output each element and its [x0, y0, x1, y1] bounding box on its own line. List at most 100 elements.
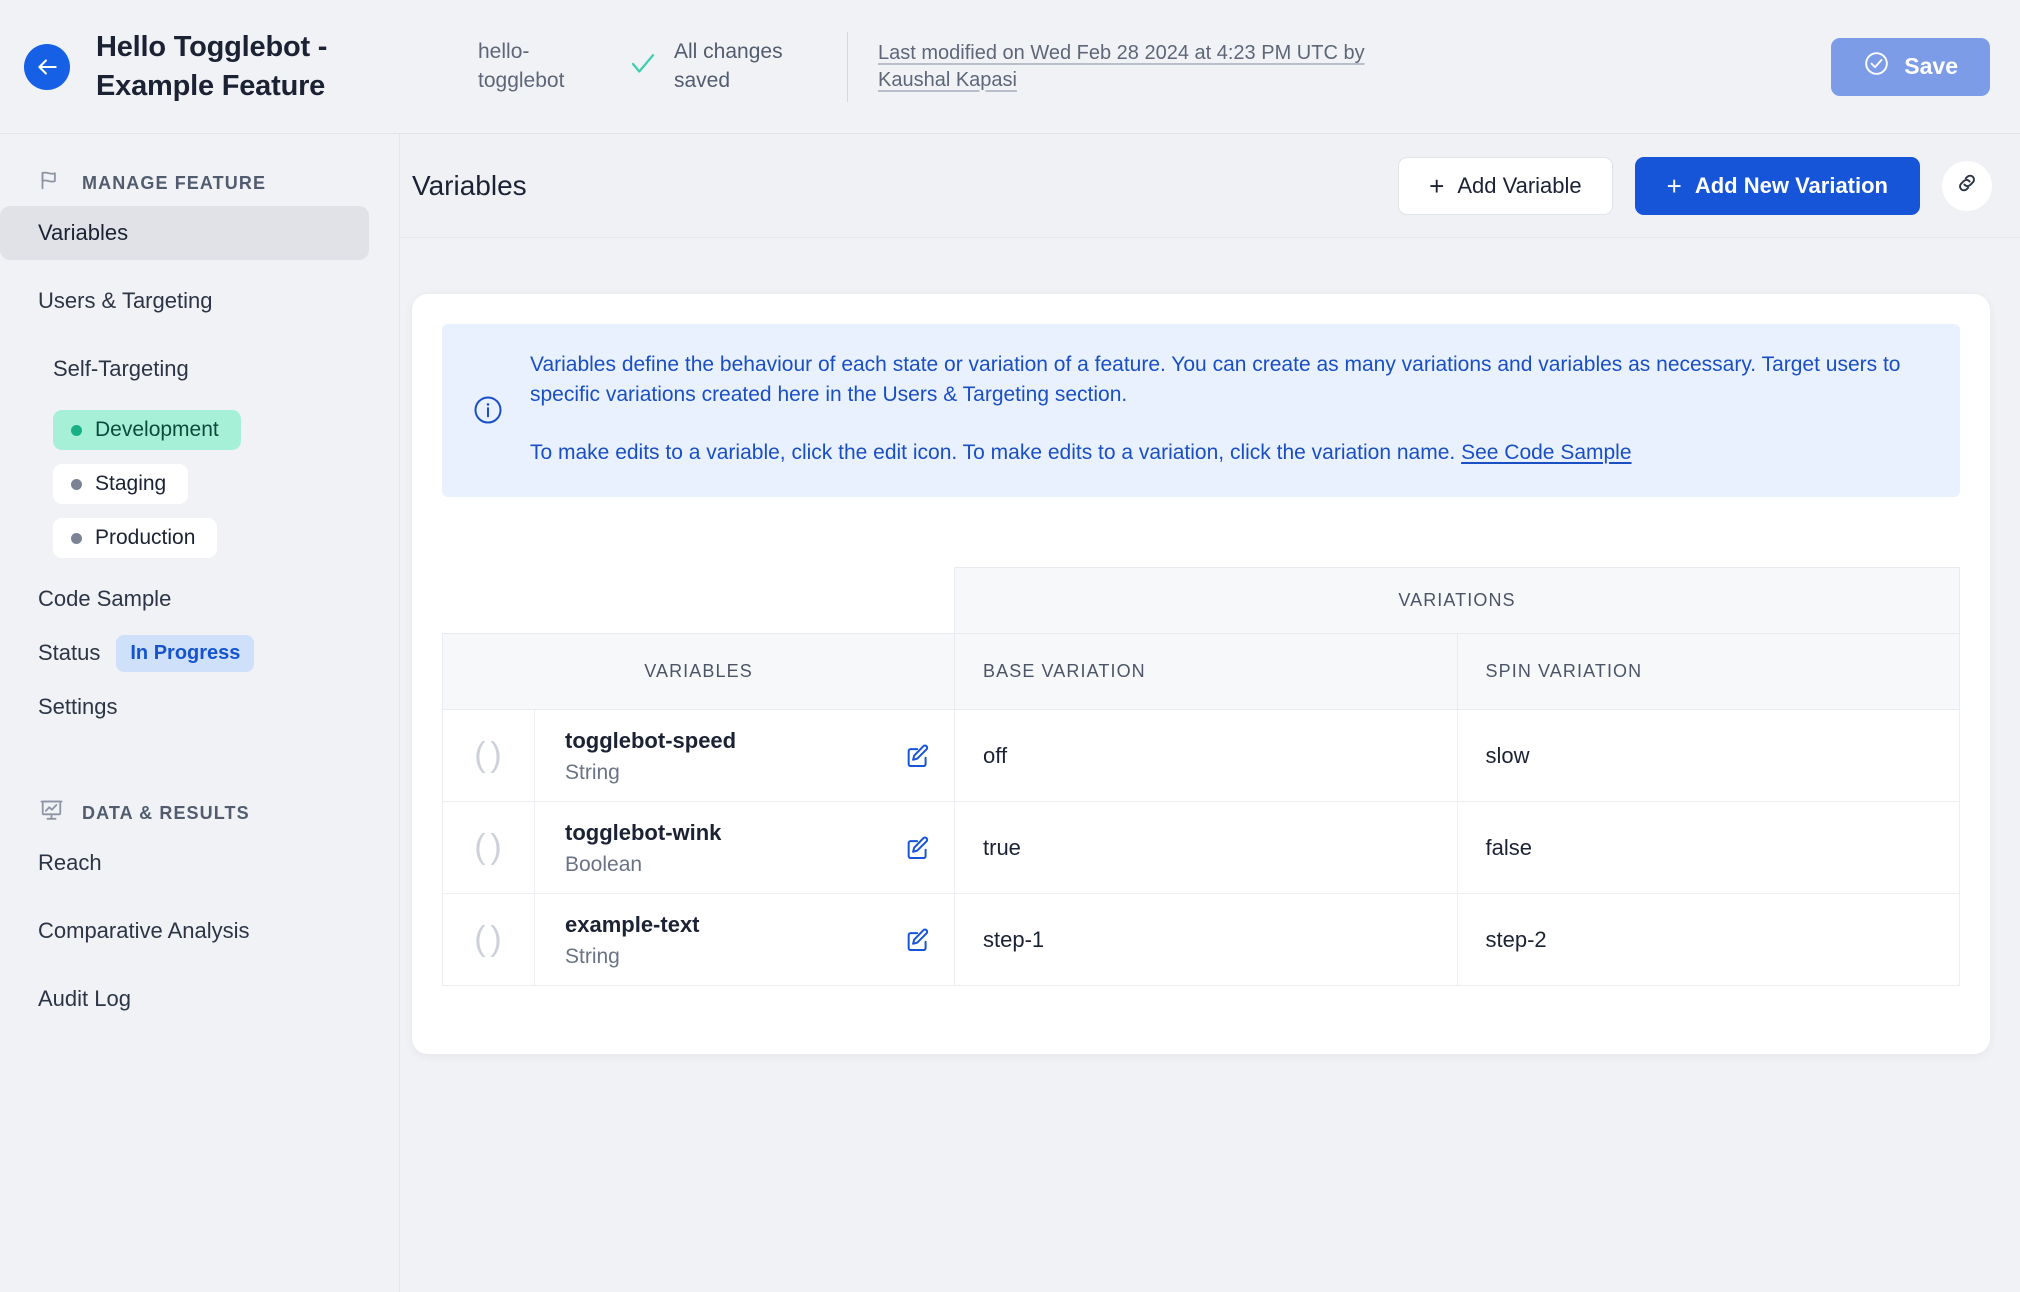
variables-card: Variables define the behaviour of each s… [412, 294, 1990, 1054]
last-modified-link[interactable]: Last modified on Wed Feb 28 2024 at 4:23… [878, 40, 1438, 93]
column-header-spin-variation: SPIN VARIATION [1456, 633, 1960, 711]
table-group-header-row: VARIATIONS [442, 567, 1960, 635]
edit-pencil-icon [904, 836, 932, 865]
check-circle-icon [1863, 50, 1890, 83]
see-code-sample-link[interactable]: See Code Sample [1461, 441, 1631, 464]
add-variable-label: Add Variable [1457, 172, 1582, 198]
feature-key: hello-togglebot [478, 40, 565, 92]
sidebar-item-label: Self-Targeting [53, 356, 189, 381]
chart-presentation-icon [38, 797, 65, 829]
add-new-variation-button[interactable]: + Add New Variation [1634, 156, 1920, 215]
edit-variable-button[interactable] [904, 834, 932, 862]
spin-variation-value[interactable]: step-2 [1456, 893, 1960, 987]
sidebar-item-label: Audit Log [38, 986, 131, 1011]
main-title: Variables [412, 169, 527, 201]
group-blank-cell [534, 567, 955, 634]
sidebar-item-label: Settings [38, 694, 118, 719]
edit-pencil-icon [904, 928, 932, 957]
sidebar-section-data-results: DATA & RESULTS [0, 790, 399, 836]
base-variation-value[interactable]: step-1 [954, 893, 1458, 987]
sidebar-env-staging-wrap: Staging [0, 464, 399, 504]
plus-icon: + [1429, 170, 1445, 201]
sidebar-item-users-targeting[interactable]: Users & Targeting [0, 274, 399, 328]
variable-type: String [565, 945, 620, 969]
table-column-header-row: VARIABLES BASE VARIATION SPIN VARIATION [442, 633, 1960, 711]
sidebar-item-comparative-analysis[interactable]: Comparative Analysis [0, 904, 399, 958]
variable-type-icon-cell: ( ) [442, 801, 535, 895]
sidebar-item-label: Comparative Analysis [38, 918, 250, 943]
sidebar-env-production[interactable]: Production [53, 518, 218, 558]
info-banner-text: Variables define the behaviour of each s… [530, 350, 1930, 467]
sidebar-item-audit-log[interactable]: Audit Log [0, 972, 399, 1026]
info-paragraph-2-text: To make edits to a variable, click the e… [530, 440, 1462, 464]
sidebar-item-self-targeting[interactable]: Self-Targeting [0, 342, 399, 396]
parentheses-icon: ( ) [474, 828, 503, 867]
table-body: ( ) togglebot-speed String off slow () … [442, 709, 1960, 987]
sidebar-item-label: Variables [38, 220, 129, 245]
group-blank-cell [442, 567, 535, 634]
base-variation-value[interactable]: off [954, 709, 1458, 803]
header-divider [847, 31, 848, 102]
edit-pencil-icon [904, 744, 932, 773]
sidebar-env-production-wrap: Production [0, 518, 399, 558]
variable-type: Boolean [565, 853, 643, 877]
status-dot-icon [71, 478, 82, 490]
sidebar-status-row: Status In Progress [0, 626, 399, 680]
add-variable-button[interactable]: + Add Variable [1398, 156, 1613, 215]
sidebar-env-development[interactable]: Development [53, 410, 241, 450]
info-banner: Variables define the behaviour of each s… [442, 324, 1960, 498]
info-paragraph-1: Variables define the behaviour of each s… [530, 353, 1901, 406]
sidebar-section-label: MANAGE FEATURE [82, 172, 267, 193]
status-dot-icon [71, 532, 82, 544]
link-chain-icon [1954, 170, 1980, 201]
sidebar-item-label: Reach [38, 850, 102, 875]
info-circle-icon [472, 394, 504, 467]
back-button[interactable] [24, 43, 70, 90]
page-title: Hello Togglebot - Example Feature [96, 30, 328, 102]
sidebar-env-development-wrap: Development [0, 410, 399, 450]
variable-type: String [565, 761, 620, 785]
sidebar-env-label: Production [95, 526, 196, 549]
main-toolbar: Variables + Add Variable + Add New Varia… [400, 134, 2020, 238]
edit-variable-button[interactable] [904, 926, 932, 954]
parentheses-icon: ( ) [474, 920, 503, 959]
spin-variation-value[interactable]: false [1456, 801, 1960, 895]
status-label: Status [38, 640, 101, 665]
column-header-variables: VARIABLES [442, 633, 955, 711]
sidebar-item-settings[interactable]: Settings [0, 680, 399, 734]
spin-variation-value[interactable]: slow [1456, 709, 1960, 803]
variable-name: togglebot-wink [565, 819, 722, 845]
variable-name: togglebot-speed [565, 727, 737, 753]
sidebar-item-code-sample[interactable]: Code Sample [0, 572, 399, 626]
edit-variable-button[interactable] [904, 742, 932, 770]
table-head: VARIATIONS VARIABLES BASE VARIATION SPIN… [442, 567, 1960, 711]
table-group-header-variations: VARIATIONS [954, 567, 1960, 635]
plus-icon: + [1666, 170, 1682, 201]
arrow-left-icon [34, 54, 60, 80]
status-dot-icon [71, 424, 82, 436]
variable-name-cell: example-text String [534, 893, 955, 987]
table-row: ( ) togglebot-wink Boolean true false [442, 801, 1960, 895]
sidebar-item-variables[interactable]: Variables [0, 206, 369, 260]
variable-name-cell: togglebot-wink Boolean [534, 801, 955, 895]
main-content: Variables + Add Variable + Add New Varia… [400, 134, 2020, 1292]
add-new-variation-label: Add New Variation [1694, 172, 1888, 198]
copy-link-button[interactable] [1942, 160, 1992, 211]
sidebar-item-reach[interactable]: Reach [0, 836, 399, 890]
sidebar-section-manage-feature: MANAGE FEATURE [0, 160, 399, 206]
save-button[interactable]: Save [1831, 37, 1990, 96]
column-header-base-variation: BASE VARIATION [954, 633, 1458, 711]
variable-name-cell: togglebot-speed String [534, 709, 955, 803]
save-status: All changes saved [628, 38, 843, 95]
flag-icon [38, 167, 65, 199]
save-button-label: Save [1904, 53, 1958, 79]
base-variation-value[interactable]: true [954, 801, 1458, 895]
sidebar-env-staging[interactable]: Staging [53, 464, 189, 504]
sidebar-item-label: Code Sample [38, 586, 172, 611]
